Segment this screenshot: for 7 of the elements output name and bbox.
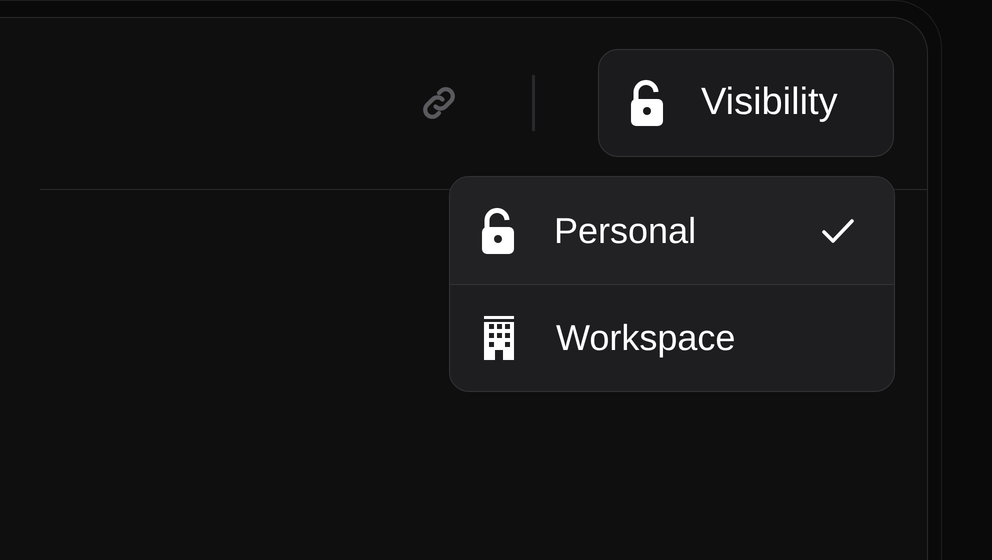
visibility-button[interactable]: Visibility — [598, 48, 894, 156]
building-icon — [482, 316, 516, 360]
checkmark-icon — [822, 218, 854, 244]
menu-item[interactable]: Workspace — [450, 284, 894, 391]
menu-item[interactable]: Personal — [450, 177, 894, 284]
lock-icon — [631, 80, 663, 126]
lock-icon — [482, 208, 514, 254]
